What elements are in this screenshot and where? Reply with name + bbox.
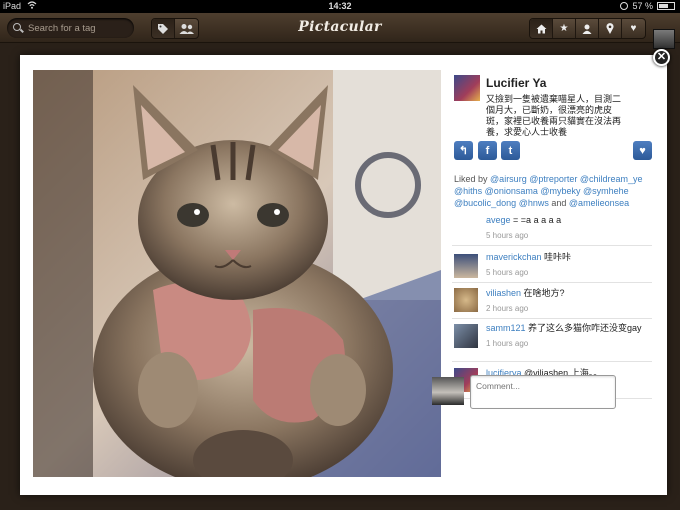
repost-button[interactable]: ↰ xyxy=(454,141,473,160)
likes-and: and xyxy=(551,198,567,208)
facebook-share-button[interactable]: f xyxy=(478,141,497,160)
comment-item: maverickchan 哇咔咔 5 hours ago xyxy=(452,246,652,283)
status-bar: iPad 14:32 57 % xyxy=(0,0,680,13)
comment-time: 5 hours ago xyxy=(486,268,529,277)
comment-text: 哇咔咔 xyxy=(544,252,572,262)
twitter-icon: t xyxy=(508,144,513,157)
comment-item: samm121 养了这么多猫你咋还没变gay 1 hours ago xyxy=(452,319,652,362)
comment-author[interactable]: maverickchan xyxy=(486,252,542,262)
comment-text: 在啥地方? xyxy=(523,288,565,298)
comment-item: viliashen 在啥地方? 2 hours ago xyxy=(452,283,652,319)
facebook-icon: f xyxy=(485,144,490,157)
reply-arrow-icon: ↰ xyxy=(458,145,469,157)
comment-input[interactable] xyxy=(470,375,616,409)
like-user[interactable]: @onionsama xyxy=(485,186,538,196)
like-button[interactable]: ♥ xyxy=(633,141,652,160)
like-user[interactable]: @ptreporter xyxy=(529,174,577,184)
like-user[interactable]: @mybeky xyxy=(540,186,580,196)
commenter-avatar[interactable] xyxy=(454,254,478,278)
kitten-photo xyxy=(33,70,441,477)
commenter-avatar[interactable] xyxy=(454,288,478,312)
heart-icon: ♥ xyxy=(639,144,646,157)
like-user[interactable]: @amelieonsea xyxy=(569,198,629,208)
clock: 14:32 xyxy=(328,1,352,11)
like-user[interactable]: @hiths xyxy=(454,186,482,196)
like-user[interactable]: @hnws xyxy=(519,198,549,208)
battery-percent: 57 % xyxy=(632,1,653,11)
like-user[interactable]: @bucolic_dong xyxy=(454,198,516,208)
comment-time: 2 hours ago xyxy=(486,304,529,313)
current-user-avatar xyxy=(432,377,464,405)
close-icon: ✕ xyxy=(656,51,667,63)
comment-author[interactable]: avege xyxy=(486,215,511,225)
like-user[interactable]: @symhehe xyxy=(583,186,629,196)
comment-text: = =a a a a a xyxy=(513,215,562,225)
app-logo: Pictacular xyxy=(298,19,382,35)
commenter-avatar[interactable] xyxy=(454,324,478,348)
twitter-share-button[interactable]: t xyxy=(501,141,520,160)
comment-time: 5 hours ago xyxy=(486,231,529,240)
comment-time: 1 hours ago xyxy=(486,339,529,348)
like-user[interactable]: @airsurg xyxy=(490,174,527,184)
close-button[interactable]: ✕ xyxy=(653,49,670,66)
like-user[interactable]: @childream_ye xyxy=(580,174,643,184)
likes-prefix: Liked by xyxy=(454,174,488,184)
owner-avatar[interactable] xyxy=(454,75,480,101)
post-photo xyxy=(33,70,441,477)
comments-list: avege = =a a a a a 5 hours ago maverickc… xyxy=(452,213,652,399)
likes-list: Liked by @airsurg @ptreporter @childream… xyxy=(454,173,654,209)
owner-name[interactable]: Lucifier Ya xyxy=(486,76,546,90)
rotation-lock-icon xyxy=(620,2,629,10)
comment-item: avege = =a a a a a 5 hours ago xyxy=(452,213,652,246)
battery-icon xyxy=(657,2,675,10)
post-caption: 又撿到一隻被遺棄喵星人，目測二個月大，已斷奶，很漂亮的虎皮斑，家裡已收養兩只貓實… xyxy=(486,94,622,137)
comment-author[interactable]: samm121 xyxy=(486,323,526,333)
photo-detail-modal: Lucifier Ya 又撿到一隻被遺棄喵星人，目測二個月大，已斷奶，很漂亮的虎… xyxy=(20,55,667,495)
comment-text: 养了这么多猫你咋还没变gay xyxy=(528,323,642,333)
comment-author[interactable]: viliashen xyxy=(486,288,521,298)
